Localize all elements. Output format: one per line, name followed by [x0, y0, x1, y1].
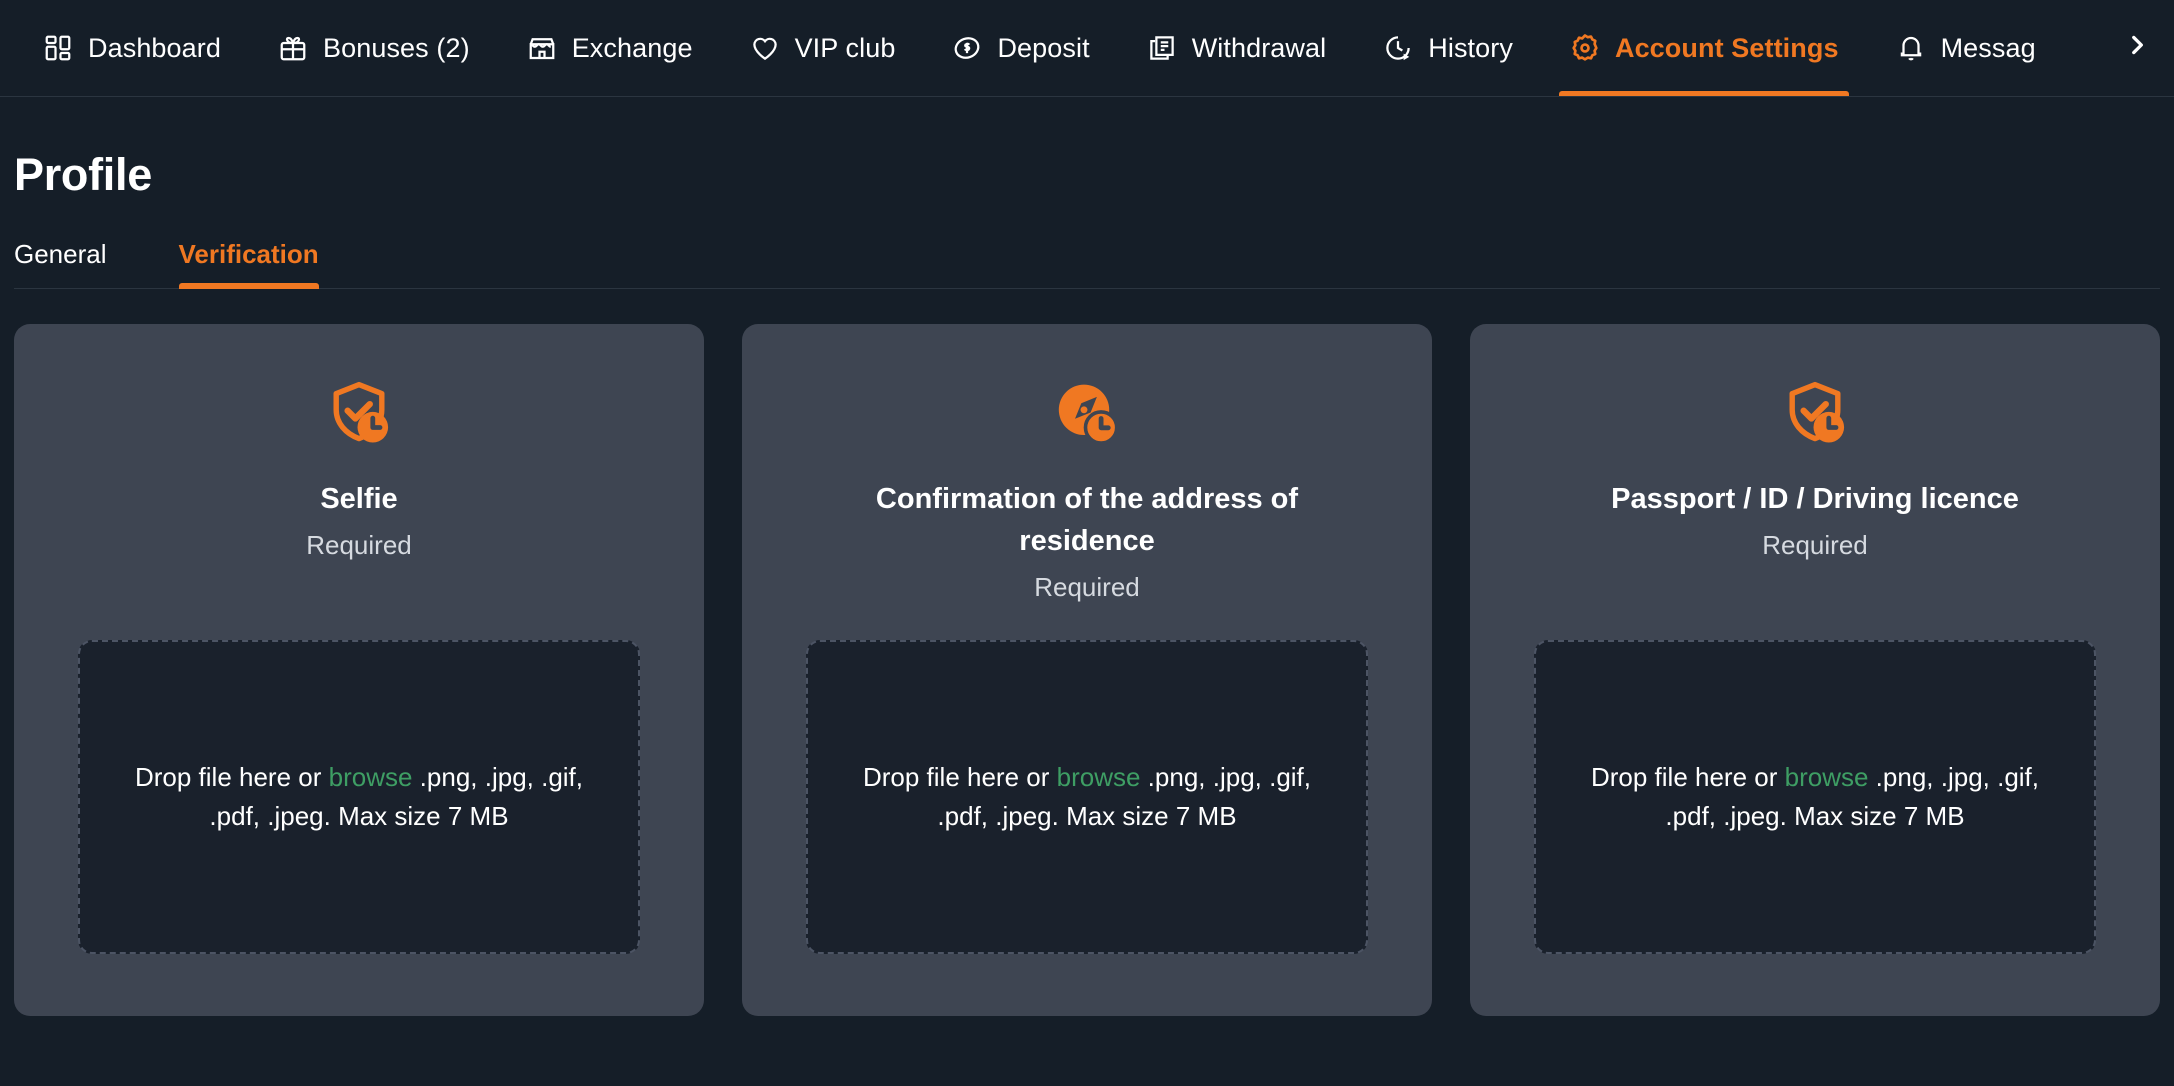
- verification-card-passport: Passport / ID / Driving licence Required…: [1470, 324, 2160, 1016]
- nav-item-withdrawal[interactable]: Withdrawal: [1118, 0, 1355, 96]
- nav-item-label: Account Settings: [1614, 32, 1839, 63]
- nav-item-label: Messag: [1940, 32, 2036, 63]
- file-dropzone[interactable]: Drop file here or browse .png, .jpg, .gi…: [806, 640, 1368, 954]
- dropzone-prefix: Drop file here or: [862, 762, 1057, 792]
- gear-icon: [1569, 32, 1601, 64]
- dropzone-text: Drop file here or browse .png, .jpg, .gi…: [842, 758, 1332, 836]
- file-dropzone[interactable]: Drop file here or browse .png, .jpg, .gi…: [78, 640, 640, 954]
- verification-card-address: Confirmation of the address of residence…: [742, 324, 1432, 1016]
- nav-item-label: VIP club: [794, 32, 896, 63]
- browse-link[interactable]: browse: [329, 762, 413, 792]
- store-icon: [526, 32, 558, 64]
- nav-scroll-right-button[interactable]: [2114, 0, 2160, 95]
- dropzone-text: Drop file here or browse .png, .jpg, .gi…: [1570, 758, 2060, 836]
- profile-tabs: General Verification: [14, 229, 2160, 289]
- gift-icon: [277, 32, 309, 64]
- active-nav-underline: [1558, 90, 1849, 96]
- top-navigation: Dashboard Bonuses (2) Exchange VIP club: [0, 0, 2174, 97]
- shield-check-clock-icon: [1779, 378, 1851, 450]
- dropzone-text: Drop file here or browse .png, .jpg, .gi…: [114, 758, 604, 836]
- tab-general[interactable]: General: [14, 239, 107, 288]
- tab-verification[interactable]: Verification: [178, 239, 319, 289]
- file-dropzone[interactable]: Drop file here or browse .png, .jpg, .gi…: [1534, 640, 2096, 954]
- nav-item-exchange[interactable]: Exchange: [498, 0, 721, 96]
- nav-item-label: Exchange: [571, 32, 693, 63]
- banknote-icon: [1146, 32, 1178, 64]
- card-title: Confirmation of the address of residence: [875, 483, 1299, 557]
- card-status: Required: [1762, 530, 1868, 560]
- nav-item-label: Bonuses (2): [323, 32, 470, 63]
- nav-item-label: Dashboard: [88, 32, 221, 63]
- shield-check-clock-icon: [323, 378, 395, 450]
- coin-dollar-icon: [951, 32, 983, 64]
- nav-item-vip-club[interactable]: VIP club: [721, 0, 924, 96]
- nav-item-account-settings[interactable]: Account Settings: [1541, 0, 1867, 96]
- dropzone-prefix: Drop file here or: [1590, 762, 1785, 792]
- tab-label: General: [14, 239, 107, 269]
- chevron-right-icon: [2124, 32, 2150, 63]
- card-status: Required: [306, 530, 412, 560]
- verification-cards: Selfie Required Drop file here or browse…: [14, 324, 2160, 1016]
- nav-item-deposit[interactable]: Deposit: [923, 0, 1117, 96]
- compass-clock-icon: [1051, 378, 1123, 450]
- tab-label: Verification: [178, 239, 319, 269]
- dashboard-icon: [42, 32, 74, 64]
- active-tab-underline: [178, 283, 319, 289]
- profile-page: Profile General Verification Selfie Requ…: [0, 97, 2174, 1016]
- card-status: Required: [1034, 572, 1140, 602]
- card-title: Selfie: [320, 483, 398, 515]
- nav-item-label: History: [1428, 32, 1513, 63]
- nav-item-bonuses[interactable]: Bonuses (2): [249, 0, 498, 96]
- dropzone-prefix: Drop file here or: [134, 762, 329, 792]
- browse-link[interactable]: browse: [1057, 762, 1141, 792]
- heart-icon: [749, 32, 781, 64]
- verification-card-selfie: Selfie Required Drop file here or browse…: [14, 324, 704, 1016]
- nav-item-label: Withdrawal: [1191, 32, 1327, 63]
- nav-item-label: Deposit: [997, 32, 1090, 63]
- browse-link[interactable]: browse: [1785, 762, 1869, 792]
- nav-item-dashboard[interactable]: Dashboard: [14, 0, 249, 96]
- clock-history-icon: [1382, 32, 1414, 64]
- page-title: Profile: [14, 149, 152, 200]
- bell-icon: [1895, 32, 1927, 64]
- nav-item-messages[interactable]: Messag: [1867, 0, 2064, 96]
- nav-item-history[interactable]: History: [1354, 0, 1541, 96]
- card-title: Passport / ID / Driving licence: [1611, 483, 2019, 515]
